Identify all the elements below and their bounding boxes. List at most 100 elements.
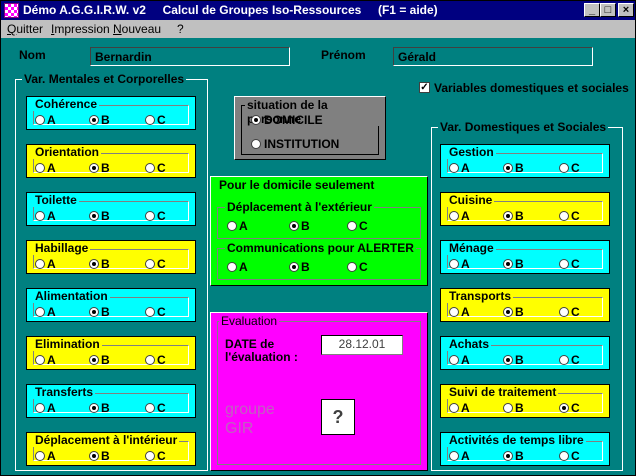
left-option-c[interactable]: C (145, 113, 166, 127)
right-option-a[interactable]: A (449, 209, 470, 223)
radio-institution[interactable] (251, 139, 261, 149)
domicile-1-option-a[interactable]: A (227, 260, 248, 274)
left-radio-c[interactable] (145, 355, 155, 365)
domicile-0-radio-c[interactable] (347, 221, 357, 231)
left-option-a[interactable]: A (35, 209, 56, 223)
right-option-a[interactable]: A (449, 305, 470, 319)
radio-domicile[interactable] (251, 115, 261, 125)
menu-quitter[interactable]: Quitter (7, 22, 43, 36)
close-button[interactable]: × (618, 3, 634, 17)
domicile-0-option-a[interactable]: A (227, 219, 248, 233)
right-option-b[interactable]: B (503, 209, 524, 223)
right-radio-c[interactable] (559, 259, 569, 269)
left-option-b[interactable]: B (89, 113, 110, 127)
left-radio-b[interactable] (89, 403, 99, 413)
right-radio-a[interactable] (449, 163, 459, 173)
prenom-field[interactable]: Gérald (393, 47, 593, 66)
left-radio-a[interactable] (35, 115, 45, 125)
situation-institution-option[interactable]: INSTITUTION (251, 137, 339, 151)
left-option-a[interactable]: A (35, 161, 56, 175)
left-option-b[interactable]: B (89, 305, 110, 319)
left-option-c[interactable]: C (145, 161, 166, 175)
right-radio-c[interactable] (559, 403, 569, 413)
variables-checkbox[interactable]: ✓ (419, 82, 430, 93)
right-radio-b[interactable] (503, 403, 513, 413)
right-radio-b[interactable] (503, 451, 513, 461)
left-option-a[interactable]: A (35, 353, 56, 367)
right-radio-b[interactable] (503, 259, 513, 269)
right-radio-b[interactable] (503, 163, 513, 173)
left-option-b[interactable]: B (89, 209, 110, 223)
right-radio-a[interactable] (449, 259, 459, 269)
left-radio-c[interactable] (145, 451, 155, 461)
domicile-0-option-c[interactable]: C (347, 219, 368, 233)
date-field[interactable]: 28.12.01 (321, 335, 403, 355)
right-option-c[interactable]: C (559, 401, 580, 415)
left-option-b[interactable]: B (89, 257, 110, 271)
right-radio-b[interactable] (503, 307, 513, 317)
right-option-c[interactable]: C (559, 257, 580, 271)
right-radio-a[interactable] (449, 307, 459, 317)
left-option-c[interactable]: C (145, 305, 166, 319)
right-option-b[interactable]: B (503, 353, 524, 367)
right-radio-c[interactable] (559, 355, 569, 365)
domicile-0-radio-a[interactable] (227, 221, 237, 231)
left-radio-a[interactable] (35, 163, 45, 173)
left-radio-a[interactable] (35, 211, 45, 221)
left-option-a[interactable]: A (35, 113, 56, 127)
left-option-c[interactable]: C (145, 401, 166, 415)
domicile-1-radio-c[interactable] (347, 262, 357, 272)
right-option-c[interactable]: C (559, 449, 580, 463)
app-icon[interactable] (4, 3, 19, 18)
domicile-1-option-c[interactable]: C (347, 260, 368, 274)
right-radio-c[interactable] (559, 211, 569, 221)
right-option-a[interactable]: A (449, 449, 470, 463)
left-radio-b[interactable] (89, 259, 99, 269)
right-option-c[interactable]: C (559, 209, 580, 223)
right-option-b[interactable]: B (503, 257, 524, 271)
left-radio-a[interactable] (35, 355, 45, 365)
right-option-a[interactable]: A (449, 401, 470, 415)
right-option-b[interactable]: B (503, 161, 524, 175)
left-radio-c[interactable] (145, 163, 155, 173)
left-option-a[interactable]: A (35, 257, 56, 271)
left-option-b[interactable]: B (89, 449, 110, 463)
right-option-b[interactable]: B (503, 401, 524, 415)
left-radio-b[interactable] (89, 451, 99, 461)
left-option-c[interactable]: C (145, 353, 166, 367)
right-radio-a[interactable] (449, 355, 459, 365)
right-option-c[interactable]: C (559, 305, 580, 319)
left-option-b[interactable]: B (89, 161, 110, 175)
minimize-button[interactable]: _ (584, 3, 600, 17)
left-radio-c[interactable] (145, 307, 155, 317)
domicile-0-option-b[interactable]: B (289, 219, 310, 233)
right-radio-c[interactable] (559, 451, 569, 461)
left-option-c[interactable]: C (145, 257, 166, 271)
left-radio-c[interactable] (145, 115, 155, 125)
left-radio-c[interactable] (145, 403, 155, 413)
menu-help[interactable]: ? (177, 22, 184, 36)
left-option-a[interactable]: A (35, 449, 56, 463)
right-option-a[interactable]: A (449, 257, 470, 271)
right-radio-b[interactable] (503, 211, 513, 221)
left-option-b[interactable]: B (89, 401, 110, 415)
left-radio-b[interactable] (89, 163, 99, 173)
situation-domicile-option[interactable]: DOMICILE (251, 113, 323, 127)
left-option-a[interactable]: A (35, 305, 56, 319)
right-radio-c[interactable] (559, 163, 569, 173)
left-radio-a[interactable] (35, 451, 45, 461)
domicile-1-option-b[interactable]: B (289, 260, 310, 274)
left-option-b[interactable]: B (89, 353, 110, 367)
right-radio-c[interactable] (559, 307, 569, 317)
left-radio-a[interactable] (35, 403, 45, 413)
left-option-c[interactable]: C (145, 449, 166, 463)
left-radio-b[interactable] (89, 115, 99, 125)
left-option-c[interactable]: C (145, 209, 166, 223)
right-option-a[interactable]: A (449, 161, 470, 175)
right-radio-a[interactable] (449, 211, 459, 221)
left-option-a[interactable]: A (35, 401, 56, 415)
right-radio-a[interactable] (449, 403, 459, 413)
left-radio-a[interactable] (35, 259, 45, 269)
left-radio-a[interactable] (35, 307, 45, 317)
right-option-a[interactable]: A (449, 353, 470, 367)
